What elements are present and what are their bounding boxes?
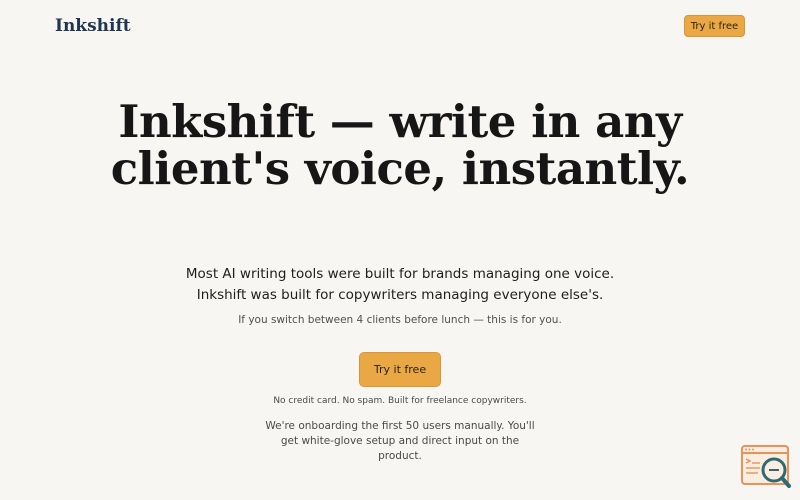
header-try-free-button[interactable]: Try it free xyxy=(684,15,745,37)
hero-title: Inkshift — write in any client's voice, … xyxy=(110,95,690,195)
hero-tagline: If you switch between 4 clients before l… xyxy=(238,314,562,326)
logo[interactable]: Inkshift xyxy=(55,14,131,38)
browser-search-icon[interactable] xyxy=(740,444,792,490)
hero-subhead: Most AI writing tools were built for bra… xyxy=(100,264,700,306)
onboarding-note: We're onboarding the first 50 users manu… xyxy=(265,420,535,462)
subhead-line-2: Inkshift was built for copywriters manag… xyxy=(196,287,604,303)
cta-fineprint: No credit card. No spam. Built for freel… xyxy=(273,396,527,406)
hero-try-free-button[interactable]: Try it free xyxy=(359,352,441,387)
subhead-line-1: Most AI writing tools were built for bra… xyxy=(185,266,615,282)
